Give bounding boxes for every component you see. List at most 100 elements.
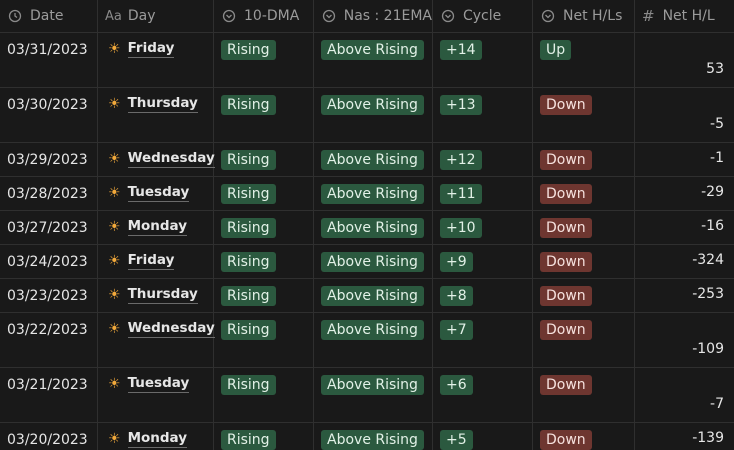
cell-day[interactable]: ☀ Wednesday [98, 313, 215, 367]
cell-date[interactable]: 03/28/2023 [0, 177, 98, 210]
cell-net-hls[interactable]: Down [533, 279, 635, 312]
cell-day[interactable]: ☀ Friday [98, 33, 214, 87]
cell-net-hls[interactable]: Down [533, 245, 635, 278]
column-header-nas-21ema[interactable]: Nas : 21EMA [314, 0, 433, 32]
cell-date[interactable]: 03/29/2023 [0, 143, 98, 176]
cell-day[interactable]: ☀ Thursday [98, 88, 214, 142]
cell-date[interactable]: 03/30/2023 [0, 88, 98, 142]
cell-net-hl[interactable]: -29 [635, 177, 734, 210]
cell-10dma[interactable]: Rising [214, 279, 314, 312]
cell-nas-21ema[interactable]: Above Rising [314, 88, 433, 142]
cell-date[interactable]: 03/27/2023 [0, 211, 98, 244]
table-row[interactable]: 03/21/2023 ☀ Tuesday Rising Above Rising… [0, 368, 734, 423]
cell-cycle[interactable]: +5 [433, 423, 533, 450]
cell-net-hls[interactable]: Down [533, 177, 635, 210]
cell-net-hl[interactable]: -253 [635, 279, 734, 312]
cell-day[interactable]: ☀ Monday [98, 211, 214, 244]
cell-net-hls[interactable]: Down [533, 143, 635, 176]
cell-net-hls[interactable]: Down [533, 211, 635, 244]
cell-net-hl[interactable]: -16 [635, 211, 734, 244]
cell-nas-21ema[interactable]: Above Rising [314, 211, 433, 244]
column-header-10dma[interactable]: 10-DMA [214, 0, 314, 32]
column-header-date[interactable]: Date [0, 0, 98, 32]
day-link[interactable]: Tuesday [127, 375, 190, 393]
cell-day[interactable]: ☀ Wednesday [98, 143, 215, 176]
cell-date[interactable]: 03/22/2023 [0, 313, 98, 367]
table-row[interactable]: 03/20/2023 ☀ Monday Rising Above Rising … [0, 423, 734, 450]
cell-nas-21ema[interactable]: Above Rising [314, 279, 433, 312]
cell-date[interactable]: 03/31/2023 [0, 33, 98, 87]
cell-date[interactable]: 03/20/2023 [0, 423, 98, 450]
cell-day[interactable]: ☀ Thursday [98, 279, 214, 312]
cell-date[interactable]: 03/21/2023 [0, 368, 98, 422]
cell-10dma[interactable]: Rising [214, 245, 314, 278]
day-link[interactable]: Thursday [127, 95, 198, 113]
cell-net-hl[interactable]: -1 [635, 143, 734, 176]
table-row[interactable]: 03/31/2023 ☀ Friday Rising Above Rising … [0, 33, 734, 88]
day-link[interactable]: Wednesday [127, 320, 215, 338]
cell-net-hl[interactable]: -109 [635, 313, 734, 367]
cell-cycle[interactable]: +6 [433, 368, 533, 422]
table-row[interactable]: 03/29/2023 ☀ Wednesday Rising Above Risi… [0, 143, 734, 177]
net-hls-tag: Up [540, 40, 572, 60]
day-link[interactable]: Friday [127, 40, 175, 58]
cell-net-hl[interactable]: -324 [635, 245, 734, 278]
cell-10dma[interactable]: Rising [214, 143, 314, 176]
cell-10dma[interactable]: Rising [214, 177, 314, 210]
cell-net-hls[interactable]: Up [533, 33, 635, 87]
cell-net-hl[interactable]: -139 [635, 423, 734, 450]
cell-net-hl[interactable]: -7 [635, 368, 734, 422]
cell-cycle[interactable]: +13 [433, 88, 533, 142]
cell-10dma[interactable]: Rising [214, 88, 314, 142]
column-header-net-hls[interactable]: Net H/Ls [533, 0, 635, 32]
day-link[interactable]: Tuesday [127, 184, 190, 202]
cell-10dma[interactable]: Rising [214, 368, 314, 422]
day-link[interactable]: Monday [127, 430, 188, 448]
table-row[interactable]: 03/24/2023 ☀ Friday Rising Above Rising … [0, 245, 734, 279]
cell-nas-21ema[interactable]: Above Rising [314, 245, 433, 278]
cell-date[interactable]: 03/23/2023 [0, 279, 98, 312]
cell-cycle[interactable]: +11 [433, 177, 533, 210]
cell-day[interactable]: ☀ Tuesday [98, 177, 214, 210]
cell-cycle[interactable]: +9 [433, 245, 533, 278]
table-row[interactable]: 03/28/2023 ☀ Tuesday Rising Above Rising… [0, 177, 734, 211]
table-row[interactable]: 03/23/2023 ☀ Thursday Rising Above Risin… [0, 279, 734, 313]
cell-nas-21ema[interactable]: Above Rising [314, 368, 433, 422]
select-icon [221, 8, 237, 24]
cell-nas-21ema[interactable]: Above Rising [314, 177, 433, 210]
cell-10dma[interactable]: Rising [214, 211, 314, 244]
column-header-day[interactable]: Aa Day [98, 0, 214, 32]
cell-10dma[interactable]: Rising [214, 33, 314, 87]
day-link[interactable]: Wednesday [127, 150, 215, 168]
cell-cycle[interactable]: +10 [433, 211, 533, 244]
table-row[interactable]: 03/22/2023 ☀ Wednesday Rising Above Risi… [0, 313, 734, 368]
cell-day[interactable]: ☀ Friday [98, 245, 214, 278]
cell-net-hls[interactable]: Down [533, 368, 635, 422]
day-link[interactable]: Friday [127, 252, 175, 270]
cell-net-hls[interactable]: Down [533, 88, 635, 142]
cell-net-hls[interactable]: Down [533, 423, 635, 450]
cell-10dma[interactable]: Rising [214, 313, 314, 367]
cell-cycle[interactable]: +7 [433, 313, 533, 367]
cell-day[interactable]: ☀ Tuesday [98, 368, 214, 422]
day-link[interactable]: Thursday [127, 286, 198, 304]
cell-nas-21ema[interactable]: Above Rising [314, 143, 433, 176]
cell-nas-21ema[interactable]: Above Rising [314, 313, 433, 367]
column-header-net-hl[interactable]: # Net H/L [635, 0, 734, 32]
cell-net-hls[interactable]: Down [533, 313, 635, 367]
cell-nas-21ema[interactable]: Above Rising [314, 33, 433, 87]
table-row[interactable]: 03/30/2023 ☀ Thursday Rising Above Risin… [0, 88, 734, 143]
column-header-cycle[interactable]: Cycle [433, 0, 533, 32]
cell-date[interactable]: 03/24/2023 [0, 245, 98, 278]
cell-net-hl[interactable]: -5 [635, 88, 734, 142]
net-hl-value: -324 [692, 252, 724, 268]
cell-cycle[interactable]: +8 [433, 279, 533, 312]
cell-cycle[interactable]: +12 [433, 143, 533, 176]
cell-net-hl[interactable]: 53 [635, 33, 734, 87]
table-row[interactable]: 03/27/2023 ☀ Monday Rising Above Rising … [0, 211, 734, 245]
cell-day[interactable]: ☀ Monday [98, 423, 214, 450]
cell-nas-21ema[interactable]: Above Rising [314, 423, 433, 450]
cell-cycle[interactable]: +14 [433, 33, 533, 87]
day-link[interactable]: Monday [127, 218, 188, 236]
cell-10dma[interactable]: Rising [214, 423, 314, 450]
